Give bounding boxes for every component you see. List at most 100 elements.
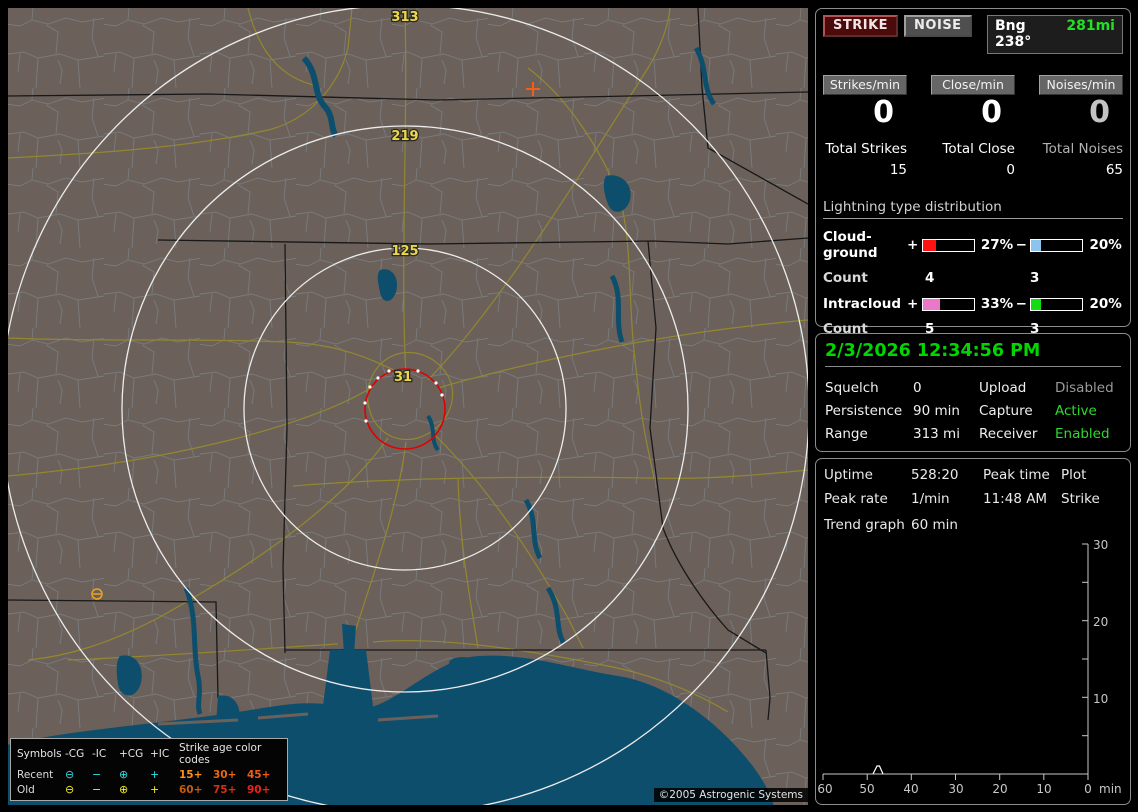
intracloud-label: Intracloud — [823, 296, 902, 312]
legend-row-recent-label: Recent — [17, 768, 54, 781]
x-tick-50: 50 — [859, 782, 874, 796]
x-tick-40: 40 — [903, 782, 918, 796]
y-tick-30: 30 — [1093, 538, 1108, 552]
datetime-display: 2/3/2026 12:34:56 PM — [825, 341, 1121, 367]
age-code-60: 60+ — [179, 783, 203, 796]
map-canvas[interactable]: 313 219 125 31 — [8, 8, 808, 805]
noises-per-min-chip[interactable]: Noises/min — [1039, 75, 1123, 95]
ring-label-31: 31 — [394, 370, 412, 385]
x-tick-10: 10 — [1036, 782, 1051, 796]
rate-column-strikes: Strikes/min 0 Total Strikes 15 — [823, 75, 907, 178]
ring-label-313: 313 — [391, 10, 418, 25]
total-noises-label: Total Noises — [1042, 141, 1123, 157]
strikes-per-min-chip[interactable]: Strikes/min — [823, 75, 907, 95]
status-panel: 2/3/2026 12:34:56 PM Squelch 0 Upload Di… — [815, 333, 1131, 452]
legend-header-pos-ic: +IC — [150, 748, 170, 760]
peak-rate-value: 1/min — [911, 491, 950, 507]
noises-per-min-value: 0 — [1089, 95, 1110, 130]
legend-header-age: Strike age color codes — [179, 742, 262, 766]
x-tick-20: 20 — [992, 782, 1007, 796]
recent-pos-cg-icon: ⊕ — [119, 768, 129, 781]
strike-mode-button[interactable]: STRIKE — [823, 15, 899, 37]
receiver-label: Receiver — [979, 426, 1038, 442]
ic-negative-bar — [1030, 297, 1084, 311]
cg-positive-bar-fill — [922, 239, 937, 251]
legend-header-pos-cg: +CG — [119, 748, 144, 760]
legend-header-symbols: Symbols — [17, 748, 62, 760]
age-code-75: 75+ — [213, 783, 237, 796]
cg-positive-bar — [921, 238, 975, 252]
ic-positive-bar — [921, 297, 975, 311]
x-tick-30: 30 — [948, 782, 963, 796]
bearing-label: Bng 238° — [995, 18, 1032, 50]
strikes-per-min-value: 0 — [873, 95, 894, 130]
age-code-15: 15+ — [179, 768, 203, 781]
upload-label: Upload — [979, 380, 1027, 396]
total-noises-value: 65 — [1105, 162, 1123, 178]
x-axis-unit: min — [1099, 782, 1122, 796]
ic-positive-bar-fill — [922, 298, 940, 310]
total-strikes-label: Total Strikes — [825, 141, 907, 157]
trend-graph-label: Trend graph — [824, 517, 905, 533]
intracloud-row: Intracloud + 33% − 20% — [823, 296, 1123, 312]
capture-status: Active — [1055, 403, 1097, 419]
uptime-label: Uptime — [824, 467, 873, 483]
map-area[interactable]: 313 219 125 31 Symbols -CG -IC +CG +IC S… — [8, 8, 808, 805]
rate-column-noises: Noises/min 0 Total Noises 65 — [1039, 75, 1123, 178]
upload-status: Disabled — [1055, 380, 1114, 396]
legend-row-old-label: Old — [17, 783, 35, 796]
total-close-value: 0 — [1006, 162, 1015, 178]
copyright-text: ©2005 Astrogenic Systems — [653, 788, 808, 802]
plot-mode-value: Strike — [1061, 491, 1100, 507]
recent-pos-ic-icon: + — [150, 768, 160, 781]
old-neg-ic-icon: − — [92, 783, 102, 796]
ring-label-125: 125 — [391, 244, 418, 259]
cg-positive-pct: 27% — [980, 237, 1014, 253]
old-pos-cg-icon: ⊕ — [119, 783, 129, 796]
recent-neg-cg-icon: ⊖ — [65, 768, 75, 781]
trend-chart: 30 20 10 60 50 40 30 20 10 0 min — [817, 538, 1122, 796]
close-per-min-chip[interactable]: Close/min — [931, 75, 1015, 95]
age-code-45: 45+ — [247, 768, 271, 781]
trend-panel: Uptime 528:20 Peak time Plot Peak rate 1… — [815, 458, 1131, 805]
squelch-value: 0 — [913, 380, 922, 396]
persistence-value: 90 min — [913, 403, 960, 419]
strike-stats-panel: STRIKE NOISE Bng 238° 281mi Strikes/min … — [815, 8, 1131, 337]
cg-negative-count: 3 — [1030, 270, 1040, 286]
minus-sign: − — [1015, 296, 1027, 312]
persistence-label: Persistence — [825, 403, 903, 419]
recent-neg-ic-icon: − — [92, 768, 102, 781]
ic-negative-pct: 20% — [1089, 296, 1122, 312]
age-code-90: 90+ — [247, 783, 271, 796]
minus-sign: − — [1015, 237, 1027, 253]
legend-header-neg-ic: -IC — [92, 748, 107, 760]
cg-positive-count: 4 — [925, 270, 935, 286]
range-label: Range — [825, 426, 868, 442]
plot-label: Plot — [1061, 467, 1087, 483]
age-code-30: 30+ — [213, 768, 237, 781]
uptime-value: 528:20 — [911, 467, 959, 483]
cg-negative-bar — [1030, 238, 1084, 252]
cloud-ground-count-row: Count 4 3 — [823, 270, 1123, 286]
ic-negative-bar-fill — [1031, 298, 1042, 310]
peak-rate-label: Peak rate — [824, 491, 888, 507]
y-tick-20: 20 — [1093, 615, 1108, 629]
plus-sign: + — [907, 296, 919, 312]
trend-spike — [872, 765, 884, 775]
peak-time-value: 11:48 AM — [983, 491, 1048, 507]
map-legend: Symbols -CG -IC +CG +IC Strike age color… — [10, 738, 288, 801]
total-strikes-value: 15 — [889, 162, 907, 178]
legend-header-neg-cg: -CG — [65, 748, 85, 760]
noise-mode-button[interactable]: NOISE — [904, 15, 972, 37]
rate-column-close: Close/min 0 Total Close 0 — [931, 75, 1015, 178]
cloud-ground-row: Cloud-ground + 27% − 20% — [823, 229, 1123, 261]
close-per-min-value: 0 — [981, 95, 1002, 130]
distribution-header: Lightning type distribution — [823, 199, 1123, 219]
bearing-distance: 281mi — [1066, 18, 1115, 34]
y-tick-10: 10 — [1093, 692, 1108, 706]
x-tick-60: 60 — [817, 782, 832, 796]
plus-sign: + — [907, 237, 919, 253]
bearing-readout: Bng 238° 281mi — [987, 15, 1123, 54]
squelch-label: Squelch — [825, 380, 879, 396]
ring-label-219: 219 — [391, 129, 418, 144]
